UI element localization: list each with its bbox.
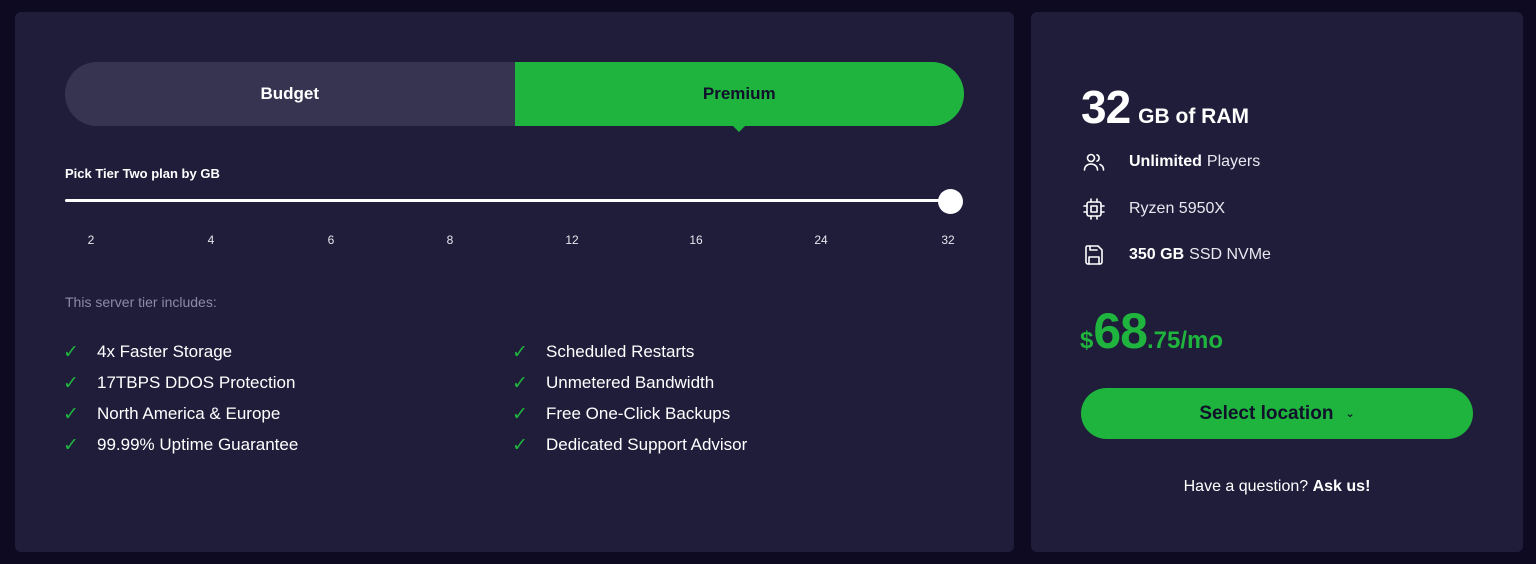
ask-us-link[interactable]: Ask us! [1313,478,1371,495]
storage-spec: 350 GB SSD NVMe [1081,242,1271,268]
check-icon: ✓ [63,341,79,363]
feature-label: 17TBPS DDOS Protection [97,373,296,392]
price-integer: 68 [1093,303,1148,359]
question-row: Have a question? Ask us! [1031,478,1523,496]
budget-tab[interactable]: Budget [65,62,515,126]
premium-tab[interactable]: Premium [514,62,964,126]
chevron-down-icon: ⌄ [1345,408,1355,420]
check-icon: ✓ [512,434,528,456]
slider-tick[interactable]: 8 [447,233,454,247]
ram-slider-thumb[interactable] [938,189,963,214]
slider-label: Pick Tier Two plan by GB [65,166,220,181]
ram-value: 32 [1081,81,1131,133]
users-icon [1081,149,1107,175]
slider-tick[interactable]: 6 [328,233,335,247]
plan-config-panel: Budget Premium Pick Tier Two plan by GB … [15,12,1014,552]
select-location-button[interactable]: Select location ⌄ [1081,388,1473,439]
cpu-text: Ryzen 5950X [1129,200,1226,217]
ram-unit: GB of RAM [1138,105,1249,128]
check-icon: ✓ [512,403,528,425]
feature-label: 99.99% Uptime Guarantee [97,435,299,454]
feature-list: ✓ 4x Faster Storage ✓ Scheduled Restarts ✓… [63,341,823,456]
slider-tick[interactable]: 32 [941,233,954,247]
plan-summary-panel: 32 GB of RAM Unlimited Players Ryzen 595… [1031,12,1523,552]
players-text: Players [1206,153,1261,170]
list-item: ✓ Dedicated Support Advisor [512,434,823,456]
question-text: Have a question? [1183,478,1309,495]
price: $ 68 .75/mo [1080,302,1223,360]
list-item: ✓ Scheduled Restarts [512,341,823,363]
ram-slider-track[interactable] [65,199,953,202]
feature-label: Free One-Click Backups [546,404,731,423]
list-item: ✓ Unmetered Bandwidth [512,372,823,394]
price-decimal: .75/mo [1146,327,1224,354]
price-currency: $ [1080,327,1094,354]
check-icon: ✓ [512,372,528,394]
list-item: ✓ 4x Faster Storage [63,341,512,363]
list-item: ✓ Free One-Click Backups [512,403,823,425]
ram-heading: 32 GB of RAM [1081,80,1249,134]
list-item: ✓ 17TBPS DDOS Protection [63,372,512,394]
feature-label: North America & Europe [97,404,281,423]
check-icon: ✓ [512,341,528,363]
feature-label: Scheduled Restarts [546,342,695,361]
tier-toggle: Budget Premium [65,62,964,126]
feature-label: Unmetered Bandwidth [546,373,715,392]
select-location-label: Select location [1199,402,1334,424]
list-item: ✓ North America & Europe [63,403,512,425]
check-icon: ✓ [63,372,79,394]
save-icon [1081,242,1107,268]
players-spec: Unlimited Players [1081,149,1260,175]
cpu-spec: Ryzen 5950X [1081,196,1225,222]
check-icon: ✓ [63,434,79,456]
slider-ticks: 2 4 6 8 12 16 24 32 [65,233,963,249]
players-bold: Unlimited [1129,153,1202,170]
storage-bold: 350 GB [1129,246,1185,263]
slider-tick[interactable]: 2 [88,233,95,247]
slider-tick[interactable]: 4 [208,233,215,247]
check-icon: ✓ [63,403,79,425]
includes-title: This server tier includes: [65,294,217,310]
slider-tick[interactable]: 12 [565,233,578,247]
feature-label: 4x Faster Storage [97,342,233,361]
slider-tick[interactable]: 16 [689,233,702,247]
feature-label: Dedicated Support Advisor [546,435,748,454]
slider-tick[interactable]: 24 [814,233,827,247]
cpu-icon [1081,196,1107,222]
list-item: ✓ 99.99% Uptime Guarantee [63,434,512,456]
storage-text: SSD NVMe [1189,246,1271,263]
